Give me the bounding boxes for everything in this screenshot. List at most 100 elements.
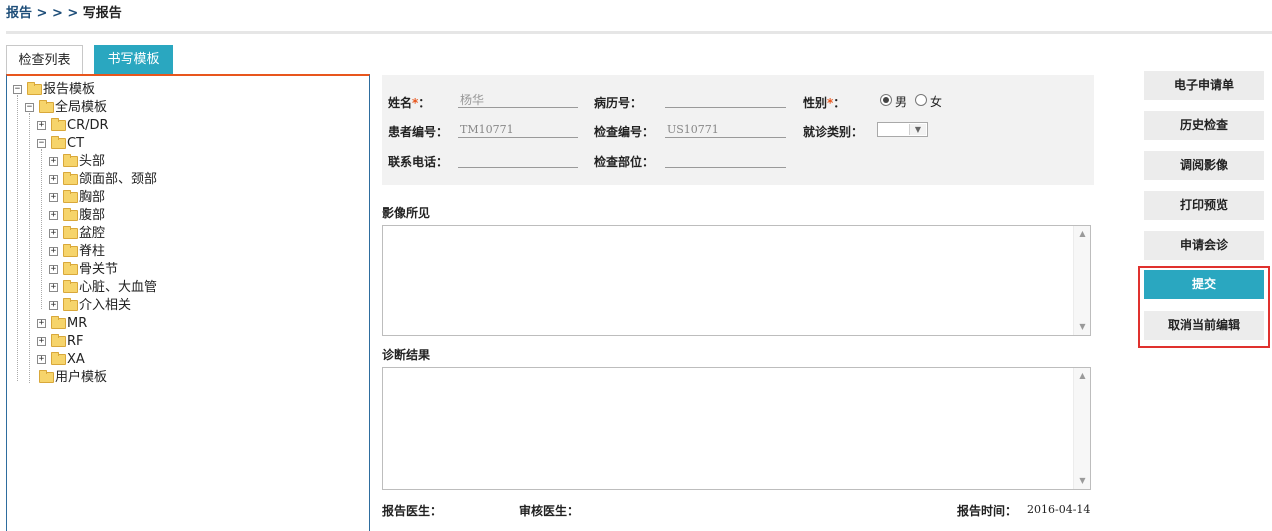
- tree-node-label: 心脏、大血管: [79, 280, 158, 295]
- expand-icon[interactable]: +: [37, 355, 46, 364]
- expand-icon[interactable]: +: [49, 157, 58, 166]
- folder-icon: [63, 154, 78, 167]
- expand-icon[interactable]: +: [37, 337, 46, 346]
- tree-node-label: CT: [67, 136, 85, 151]
- name-label: 姓名*：: [388, 96, 431, 110]
- folder-icon: [51, 352, 66, 365]
- folder-icon: [63, 226, 78, 239]
- visit-type-select[interactable]: ▼: [877, 122, 928, 137]
- folder-icon: [63, 262, 78, 275]
- tree-connector: [29, 113, 30, 383]
- tree-connector: [17, 95, 18, 381]
- folder-icon: [63, 190, 78, 203]
- gender-female-radio[interactable]: [915, 94, 927, 106]
- tree-node-label: 腹部: [79, 208, 106, 223]
- view-image-button[interactable]: 调阅影像: [1144, 151, 1264, 180]
- tree-node-label: 骨关节: [79, 262, 119, 277]
- patient-info-form: 姓名*： 杨华 病历号： 性别*： 男 女 患者编号： TM10771 检查编号…: [382, 75, 1094, 185]
- folder-icon: [63, 208, 78, 221]
- gender-label: 性别*：: [803, 96, 846, 110]
- folder-icon: [51, 334, 66, 347]
- tree-connector: [41, 149, 42, 309]
- tree-node-label: 用户模板: [55, 370, 108, 385]
- tab-writing-template[interactable]: 书写模板: [94, 45, 173, 75]
- folder-open-icon: [39, 100, 54, 113]
- print-preview-button[interactable]: 打印预览: [1144, 191, 1264, 220]
- folder-icon: [51, 118, 66, 131]
- folder-open-icon: [27, 82, 42, 95]
- tree-node-label: MR: [67, 316, 88, 331]
- scroll-down-icon[interactable]: ▼: [1074, 320, 1091, 334]
- reviewer-label: 审核医生：: [519, 504, 580, 518]
- collapse-icon[interactable]: −: [13, 85, 22, 94]
- expand-icon[interactable]: +: [49, 247, 58, 256]
- tree-node-label: CR/DR: [67, 118, 109, 133]
- expand-icon[interactable]: +: [49, 283, 58, 292]
- findings-label: 影像所见: [382, 206, 431, 220]
- breadcrumb-separator: > > >: [32, 6, 83, 21]
- tree-node-label: 全局模板: [55, 100, 108, 115]
- diagnosis-textarea[interactable]: ▲ ▼: [382, 367, 1091, 490]
- tab-exam-list[interactable]: 检查列表: [6, 45, 83, 76]
- template-tree-panel: − 报告模板 − 全局模板 + CR/DR − CT + 头部 + 颌面部、颈部…: [6, 74, 370, 531]
- gender-female-label: 女: [930, 95, 943, 109]
- report-time-value: 2016-04-14: [1027, 503, 1091, 516]
- scroll-down-icon[interactable]: ▼: [1074, 474, 1091, 488]
- tree-node-label: 头部: [79, 154, 106, 169]
- gender-male-radio[interactable]: [880, 94, 892, 106]
- tree-node-label: 盆腔: [79, 226, 106, 241]
- highlight-frame: [1138, 266, 1270, 348]
- phone-field[interactable]: [458, 154, 578, 168]
- gender-male-label: 男: [895, 95, 908, 109]
- visit-type-label: 就诊类别：: [803, 125, 864, 139]
- collapse-icon[interactable]: −: [37, 139, 46, 148]
- scroll-up-icon[interactable]: ▲: [1074, 227, 1091, 241]
- scroll-up-icon[interactable]: ▲: [1074, 369, 1091, 383]
- report-time-label: 报告时间：: [957, 504, 1018, 518]
- exam-no-label: 检查编号：: [594, 125, 655, 139]
- name-field[interactable]: 杨华: [458, 94, 578, 108]
- folder-icon: [63, 298, 78, 311]
- expand-icon[interactable]: +: [37, 121, 46, 130]
- expand-icon[interactable]: +: [49, 301, 58, 310]
- diagnosis-label: 诊断结果: [382, 348, 431, 362]
- consult-request-button[interactable]: 申请会诊: [1144, 231, 1264, 260]
- history-exam-button[interactable]: 历史检查: [1144, 111, 1264, 140]
- exam-no-field[interactable]: US10771: [665, 124, 786, 138]
- expand-icon[interactable]: +: [49, 211, 58, 220]
- folder-icon: [63, 172, 78, 185]
- patient-no-field[interactable]: TM10771: [458, 124, 578, 138]
- patient-no-label: 患者编号：: [388, 125, 449, 139]
- expand-icon[interactable]: +: [49, 229, 58, 238]
- folder-icon: [63, 280, 78, 293]
- exam-part-label: 检查部位：: [594, 155, 655, 169]
- expand-icon[interactable]: +: [49, 265, 58, 274]
- exam-part-field[interactable]: [665, 154, 786, 168]
- folder-icon: [51, 316, 66, 329]
- findings-textarea[interactable]: ▲ ▼: [382, 225, 1091, 336]
- report-doctor-label: 报告医生：: [382, 504, 443, 518]
- tree-node-label: 颌面部、颈部: [79, 172, 158, 187]
- scrollbar[interactable]: ▲ ▼: [1073, 226, 1090, 335]
- breadcrumb-parent[interactable]: 报告: [6, 6, 32, 21]
- tree-node-label: 脊柱: [79, 244, 106, 259]
- e-request-button[interactable]: 电子申请单: [1144, 71, 1264, 100]
- phone-label: 联系电话：: [388, 155, 449, 169]
- folder-open-icon: [51, 136, 66, 149]
- breadcrumb-current: 写报告: [82, 6, 122, 21]
- expand-icon[interactable]: +: [49, 193, 58, 202]
- folder-icon: [63, 244, 78, 257]
- expand-icon[interactable]: +: [37, 319, 46, 328]
- tree-node-label: XA: [67, 352, 85, 367]
- chevron-down-icon[interactable]: ▼: [909, 124, 926, 135]
- collapse-icon[interactable]: −: [25, 103, 34, 112]
- expand-icon[interactable]: +: [49, 175, 58, 184]
- scrollbar[interactable]: ▲ ▼: [1073, 368, 1090, 489]
- header-divider: [6, 31, 1272, 34]
- tree-node-label: 胸部: [79, 190, 106, 205]
- tree-node-label: RF: [67, 334, 84, 349]
- breadcrumb: 报告 > > > 写报告: [6, 2, 122, 21]
- record-no-field[interactable]: [665, 94, 786, 108]
- tree-node-label: 介入相关: [79, 298, 132, 313]
- folder-icon: [39, 370, 54, 383]
